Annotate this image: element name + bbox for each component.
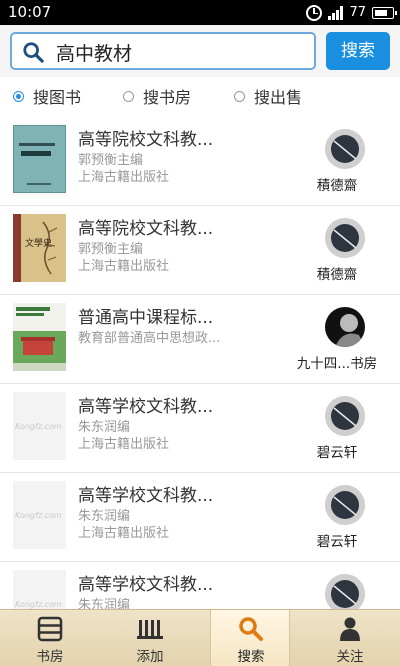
status-time: 10:07 [8, 3, 52, 21]
book-author: 朱东润编 [78, 598, 131, 609]
bottom-nav: 书房 添加 搜索 关注 [0, 609, 400, 666]
result-row[interactable]: Kongfz.com 高等学校文科教... 朱东润编 [0, 562, 400, 609]
result-row[interactable]: Kongfz.com 高等学校文科教... 朱东润编 上海古籍出版社 碧云轩 [0, 473, 400, 562]
search-mode-tabs: 搜图书 搜书房 搜出售 [0, 77, 400, 115]
book-title: 高等院校文科教... [78, 130, 214, 150]
nav-label: 添加 [136, 649, 164, 665]
cover-watermark: Kongfz.com [15, 600, 62, 609]
battery-icon [372, 6, 397, 19]
book-author: 教育部普通高中思想政... [78, 331, 221, 346]
shop-name[interactable]: 碧云轩 [282, 441, 392, 461]
shop-name[interactable]: 九十四...书房 [282, 352, 392, 372]
book-title: 普通高中课程标... [78, 308, 214, 328]
radio-search-books[interactable]: 搜图书 [13, 86, 82, 107]
search-input[interactable] [56, 39, 306, 65]
status-icons: 77 [306, 4, 397, 21]
shop-name[interactable]: 積德齋 [282, 174, 392, 194]
radio-label: 搜出售 [254, 88, 303, 107]
signal-icon [328, 5, 344, 20]
book-publisher: 上海古籍出版社 [78, 437, 170, 452]
nav-follow[interactable]: 关注 [310, 610, 390, 666]
result-row[interactable]: Kongfz.com 高等学校文科教... 朱东润编 上海古籍出版社 碧云轩 [0, 384, 400, 473]
battery-level: 77 [349, 5, 366, 20]
shop-avatar[interactable] [325, 396, 365, 436]
book-cover-placeholder: Kongfz.com [13, 392, 66, 460]
book-publisher: 上海古籍出版社 [78, 170, 170, 185]
radio-label: 搜图书 [33, 88, 82, 107]
shop-name[interactable]: 碧云轩 [282, 530, 392, 550]
search-header: 搜索 [0, 25, 400, 77]
shop-avatar[interactable] [325, 218, 365, 258]
nav-label: 关注 [336, 649, 364, 665]
book-title: 高等学校文科教... [78, 397, 214, 417]
person-icon [340, 617, 360, 641]
book-cover-placeholder: Kongfz.com [13, 481, 66, 549]
status-bar: 10:07 77 [0, 0, 400, 25]
search-button[interactable]: 搜索 [326, 32, 390, 70]
add-books-icon [137, 620, 163, 639]
book-title: 高等学校文科教... [78, 575, 214, 595]
book-publisher: 上海古籍出版社 [78, 259, 170, 274]
cover-watermark: Kongfz.com [15, 511, 62, 520]
book-publisher: 上海古籍出版社 [78, 526, 170, 541]
shop-avatar[interactable] [325, 574, 365, 609]
shop-avatar[interactable] [325, 485, 365, 525]
nav-search[interactable]: 搜索 [210, 610, 290, 666]
search-box[interactable] [10, 32, 316, 70]
result-list[interactable]: 高等院校文科教... 郭预衡主编 上海古籍出版社 積德齋 文學史 高等院校文科教… [0, 117, 400, 609]
nav-add[interactable]: 添加 [110, 610, 190, 666]
radio-label: 搜书房 [143, 88, 192, 107]
bookshelf-icon [37, 616, 63, 642]
shop-avatar[interactable] [325, 129, 365, 169]
cover-title: 文學史 [25, 239, 53, 249]
shop-avatar[interactable] [325, 307, 365, 347]
nav-label: 搜索 [237, 649, 265, 665]
nav-bookshelf[interactable]: 书房 [10, 610, 90, 666]
radio-search-sales[interactable]: 搜出售 [234, 86, 303, 107]
nav-label: 书房 [36, 649, 64, 665]
radio-search-studies[interactable]: 搜书房 [123, 86, 192, 107]
search-icon [239, 617, 263, 641]
book-cover-placeholder: Kongfz.com [13, 570, 66, 609]
result-row[interactable]: 高等院校文科教... 郭预衡主编 上海古籍出版社 積德齋 [0, 117, 400, 206]
book-cover [13, 303, 66, 371]
book-cover [13, 125, 66, 193]
shop-name[interactable]: 積德齋 [282, 263, 392, 283]
book-title: 高等学校文科教... [78, 486, 214, 506]
result-row[interactable]: 文學史 高等院校文科教... 郭预衡主编 上海古籍出版社 積德齋 [0, 206, 400, 295]
radio-dot [123, 90, 134, 102]
search-icon [23, 42, 44, 63]
radio-dot-selected [13, 90, 24, 102]
alarm-icon [306, 4, 323, 21]
result-row[interactable]: 普通高中课程标... 教育部普通高中思想政... 九十四...书房 [0, 295, 400, 384]
book-cover: 文學史 [13, 214, 66, 282]
radio-dot [234, 90, 245, 102]
cover-watermark: Kongfz.com [15, 422, 62, 431]
book-title: 高等院校文科教... [78, 219, 214, 239]
